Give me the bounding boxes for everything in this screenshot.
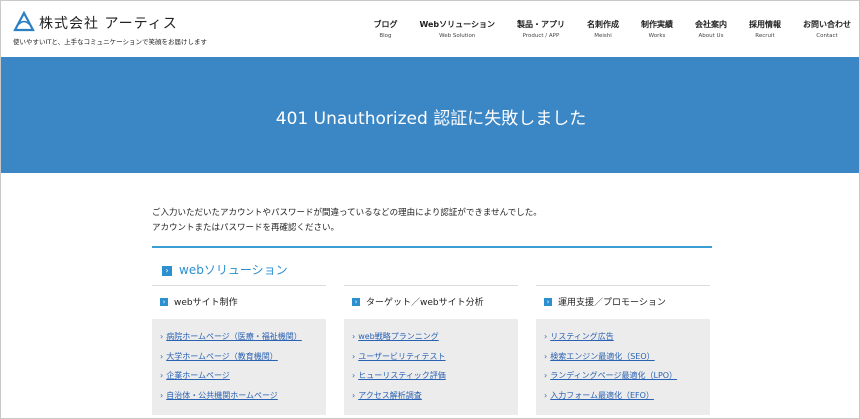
arrow-right-icon: › (352, 371, 356, 380)
nav-label: 会社案内 (695, 20, 727, 29)
arrow-right-icon: › (160, 351, 164, 361)
column-heading: › webサイト制作 (152, 285, 326, 319)
link-text: web戦略プランニング (358, 332, 439, 341)
global-nav: ブログ Blog Webソリューション Web Solution 製品・アプリ … (351, 19, 851, 39)
arrow-right-icon: › (544, 390, 548, 400)
column-heading-text: 運用支援／プロモーション (558, 298, 666, 308)
section-divider (152, 246, 712, 248)
link-item[interactable]: › web戦略プランニング (352, 327, 510, 347)
link-text: 検索エンジン最適化（SEO） (550, 351, 655, 361)
message-line-1: ご入力いただいたアカウントやパスワードが間違っているなどの理由により認証ができま… (152, 208, 542, 218)
arrow-right-icon: › (352, 351, 356, 361)
nav-label: 採用情報 (749, 20, 781, 29)
nav-item-recruit[interactable]: 採用情報 Recruit (749, 19, 781, 39)
link-text: 入力フォーム最適化（EFO） (550, 390, 654, 400)
chevron-right-icon: › (160, 298, 168, 306)
page-title: 401 Unauthorized 認証に失敗しました (275, 109, 587, 129)
nav-sublabel: Product / APP (522, 33, 560, 39)
link-list: › 病院ホームページ（医療・福祉機関） › 大学ホームページ（教育機関） › 企業ホー… (152, 319, 326, 415)
nav-item-about[interactable]: 会社案内 About Us (695, 19, 727, 39)
link-list: › web戦略プランニング › ユーザービリティテスト › ヒューリスティック評価 ›… (344, 319, 518, 415)
link-text: アクセス解析調査 (358, 390, 422, 400)
column-analysis: › ターゲット／webサイト分析 › web戦略プランニング › ユーザービリティテス… (344, 285, 518, 415)
arrow-right-icon: › (160, 390, 164, 400)
page-frame: 株式会社 アーティス 使いやすいITと、上手なコミュニケーションで笑顔をお届けし… (0, 0, 860, 419)
link-item[interactable]: › 企業ホームページ (160, 366, 318, 386)
link-text: 病院ホームページ（医療・福祉機関） (166, 332, 302, 341)
link-item[interactable]: › 検索エンジン最適化（SEO） (544, 347, 702, 367)
column-heading-text: webサイト制作 (174, 298, 238, 308)
arrow-right-icon: › (160, 332, 164, 341)
link-text: ユーザービリティテスト (358, 351, 446, 361)
message-line-2: アカウントまたはパスワードを再確認ください。 (152, 223, 340, 233)
nav-item-contact[interactable]: お問い合わせ Contact (803, 19, 851, 39)
nav-item-meishi[interactable]: 名刺作成 Meishi (587, 19, 619, 39)
nav-sublabel: About Us (698, 33, 724, 39)
nav-label: 名刺作成 (587, 20, 619, 29)
logo-name: 株式会社 アーティス (39, 16, 178, 32)
column-heading: › ターゲット／webサイト分析 (344, 285, 518, 319)
nav-label: お問い合わせ (803, 20, 851, 29)
link-text: ヒューリスティック評価 (358, 371, 446, 380)
link-text: 自治体・公共機関ホームページ (166, 390, 278, 400)
arrow-right-icon: › (544, 371, 548, 380)
column-promotion: › 運用支援／プロモーション › リスティング広告 › 検索エンジン最適化（SEO） … (536, 285, 710, 415)
logo-tagline: 使いやすいITと、上手なコミュニケーションで笑顔をお届けします (13, 38, 207, 46)
nav-sublabel: Works (648, 33, 666, 39)
logo-mark-icon (13, 11, 35, 32)
site-header: 株式会社 アーティス 使いやすいITと、上手なコミュニケーションで笑顔をお届けし… (1, 1, 859, 57)
link-item[interactable]: › ユーザービリティテスト (352, 347, 510, 367)
nav-sublabel: Web Solution (439, 33, 476, 39)
nav-item-works[interactable]: 制作実績 Works (641, 19, 673, 39)
section-title: › webソリューション (162, 261, 288, 278)
nav-item-blog[interactable]: ブログ Blog (373, 19, 397, 39)
link-list: › リスティング広告 › 検索エンジン最適化（SEO） › ランディングページ最適化（… (536, 319, 710, 415)
chevron-right-icon: › (352, 298, 360, 306)
link-item[interactable]: › ランディングページ最適化（LPO） (544, 366, 702, 386)
nav-label: 製品・アプリ (517, 20, 565, 29)
column-heading: › 運用支援／プロモーション (536, 285, 710, 319)
logo[interactable]: 株式会社 アーティス 使いやすいITと、上手なコミュニケーションで笑顔をお届けし… (11, 11, 211, 47)
nav-label: Webソリューション (419, 20, 495, 29)
link-text: 企業ホームページ (166, 371, 230, 380)
error-message: ご入力いただいたアカウントやパスワードが間違っているなどの理由により認証ができま… (152, 206, 712, 236)
link-text: リスティング広告 (550, 332, 614, 341)
arrow-right-icon: › (352, 390, 356, 400)
link-item[interactable]: › アクセス解析調査 (352, 386, 510, 406)
link-item[interactable]: › 大学ホームページ（教育機関） (160, 347, 318, 367)
chevron-right-icon: › (162, 266, 172, 276)
link-item[interactable]: › 病院ホームページ（医療・福祉機関） (160, 327, 318, 347)
nav-sublabel: Contact (816, 33, 838, 39)
arrow-right-icon: › (160, 371, 164, 380)
hero-banner: 401 Unauthorized 認証に失敗しました (1, 57, 859, 173)
arrow-right-icon: › (544, 332, 548, 341)
nav-sublabel: Blog (379, 33, 392, 39)
link-item[interactable]: › リスティング広告 (544, 327, 702, 347)
link-item[interactable]: › 自治体・公共機関ホームページ (160, 386, 318, 406)
nav-sublabel: Recruit (755, 33, 775, 39)
nav-sublabel: Meishi (594, 33, 612, 39)
column-web-site: › webサイト制作 › 病院ホームページ（医療・福祉機関） › 大学ホームページ（教… (152, 285, 326, 415)
section-title-text: webソリューション (179, 263, 288, 277)
nav-label: 制作実績 (641, 20, 673, 29)
link-text: ランディングページ最適化（LPO） (550, 371, 678, 380)
nav-label: ブログ (373, 20, 398, 29)
arrow-right-icon: › (544, 351, 548, 361)
link-item[interactable]: › 入力フォーム最適化（EFO） (544, 386, 702, 406)
arrow-right-icon: › (352, 332, 356, 341)
link-item[interactable]: › ヒューリスティック評価 (352, 366, 510, 386)
link-text: 大学ホームページ（教育機関） (166, 351, 278, 361)
column-heading-text: ターゲット／webサイト分析 (366, 298, 484, 308)
nav-item-product[interactable]: 製品・アプリ Product / APP (517, 19, 565, 39)
chevron-right-icon: › (544, 298, 552, 306)
nav-item-web-solution[interactable]: Webソリューション Web Solution (419, 19, 495, 39)
